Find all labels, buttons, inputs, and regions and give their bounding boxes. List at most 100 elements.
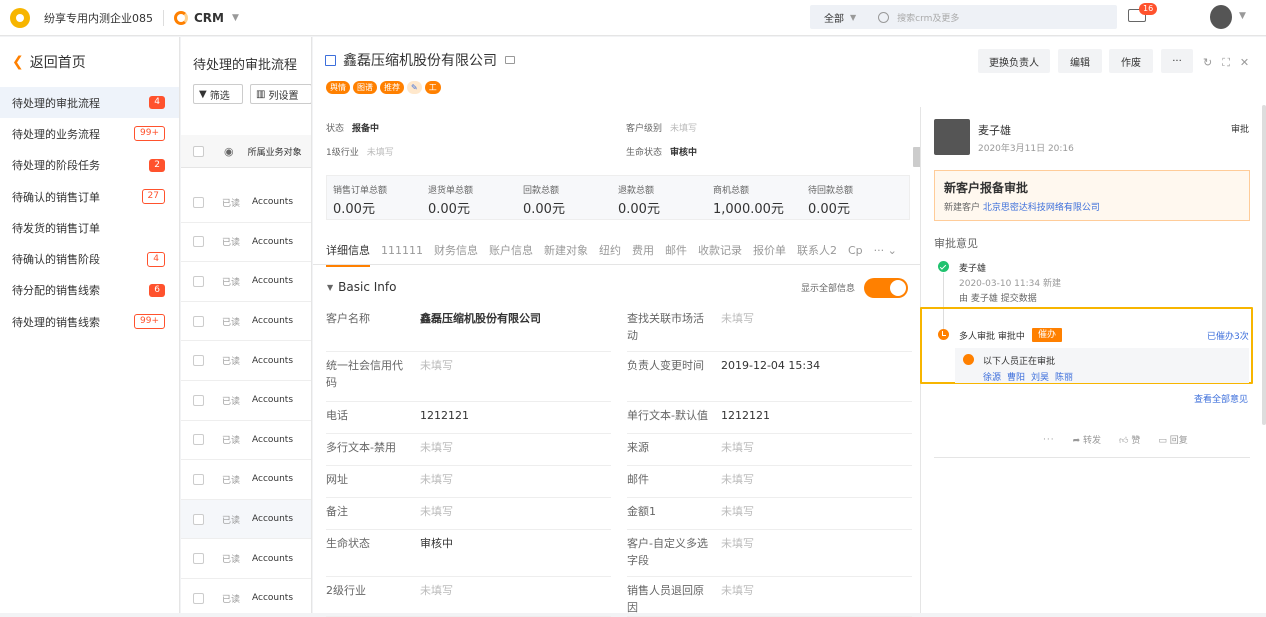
detail-tab[interactable]: Cp bbox=[848, 244, 863, 257]
column-settings-button[interactable]: ▥ 列设置 bbox=[250, 84, 311, 104]
row-checkbox[interactable] bbox=[193, 553, 204, 565]
urge-button[interactable]: 催办 bbox=[1032, 328, 1063, 342]
nav-item[interactable]: 待分配的销售线索 6 bbox=[0, 275, 179, 306]
table-row[interactable]: 已读 Accounts bbox=[181, 460, 311, 500]
close-icon[interactable]: ✕ bbox=[1240, 56, 1249, 70]
table-row[interactable]: 已读 Accounts bbox=[181, 183, 311, 223]
approver-name-link[interactable]: 刘昊 bbox=[1031, 370, 1049, 383]
search-scope-select[interactable]: 全部 bbox=[824, 10, 844, 25]
nav-item[interactable]: 待处理的业务流程 99+ bbox=[0, 118, 179, 149]
table-row[interactable]: 已读 Accounts bbox=[181, 341, 311, 381]
row-checkbox[interactable] bbox=[193, 434, 204, 446]
approver-name-link[interactable]: 陈丽 bbox=[1055, 370, 1073, 383]
nav-item[interactable]: 待发货的销售订单 bbox=[0, 212, 179, 243]
more-button[interactable]: ··· bbox=[1161, 49, 1193, 73]
detail-tab[interactable]: 111111 bbox=[381, 244, 423, 257]
table-row[interactable]: 已读 Accounts bbox=[181, 539, 311, 579]
table-row[interactable]: 已读 Accounts bbox=[181, 223, 311, 263]
company-logo-icon bbox=[10, 7, 30, 28]
app-switcher[interactable]: CRM bbox=[194, 11, 224, 25]
detail-tab[interactable]: 财务信息 bbox=[434, 242, 478, 258]
approval-card[interactable]: 新客户报备审批 新建客户 北京思密达科技网络有限公司 bbox=[934, 170, 1250, 221]
summary-value: 0.00元 bbox=[618, 202, 660, 217]
section-header[interactable]: ▼ Basic Info bbox=[327, 280, 396, 294]
chevron-down-icon[interactable]: ▼ bbox=[232, 13, 239, 23]
field-separator bbox=[326, 465, 611, 466]
table-row[interactable]: 已读 Accounts bbox=[181, 302, 311, 342]
fullscreen-icon[interactable]: ⛶ bbox=[1222, 56, 1230, 70]
customer-link[interactable]: 北京思密达科技网络有限公司 bbox=[983, 203, 1100, 213]
column-header-object[interactable]: 所属业务对象 bbox=[248, 145, 302, 158]
reply-button[interactable]: ▭ 回复 bbox=[1158, 433, 1187, 446]
detail-tab[interactable]: 新建对象 bbox=[544, 242, 588, 258]
nav-item[interactable]: 待处理的审批流程 4 bbox=[0, 87, 179, 119]
change-owner-button[interactable]: 更换负责人 bbox=[978, 49, 1050, 73]
urged-count[interactable]: 已催办3次 bbox=[1207, 329, 1249, 342]
row-checkbox[interactable] bbox=[193, 513, 204, 525]
filter-button[interactable]: ▼ 筛选 bbox=[193, 84, 243, 104]
nav-item[interactable]: 待处理的销售线索 99+ bbox=[0, 306, 179, 337]
detail-tab[interactable]: 纽约 bbox=[599, 242, 621, 258]
detail-tab[interactable]: 费用 bbox=[632, 242, 654, 258]
record-tag[interactable]: ✎ bbox=[407, 81, 422, 94]
chevron-down-icon[interactable]: ▼ bbox=[1239, 11, 1246, 21]
eye-icon[interactable]: ◉ bbox=[224, 145, 234, 158]
row-checkbox[interactable] bbox=[193, 355, 204, 367]
nav-item[interactable]: 待确认的销售订单 27 bbox=[0, 181, 179, 212]
refresh-icon[interactable]: ↻ bbox=[1203, 56, 1212, 70]
table-row[interactable]: 已读 Accounts bbox=[181, 421, 311, 461]
view-all-opinions-link[interactable]: 查看全部意见 bbox=[1194, 392, 1248, 405]
scrollbar[interactable] bbox=[1262, 105, 1266, 425]
nav-item[interactable]: 待确认的销售阶段 4 bbox=[0, 243, 179, 274]
divider bbox=[934, 457, 1250, 458]
filter-icon: ▼ bbox=[199, 88, 207, 100]
table-row[interactable]: 已读 Accounts bbox=[181, 381, 311, 421]
detail-tab[interactable]: 账户信息 bbox=[489, 242, 533, 258]
edit-button[interactable]: 编辑 bbox=[1058, 49, 1102, 73]
detail-tab[interactable]: 详细信息 bbox=[326, 242, 370, 267]
top-bar: 纷享专用内测企业085 CRM ▼ 全部 ▼ 搜索crm及更多 16 ▼ bbox=[0, 0, 1266, 36]
detail-tab[interactable]: 联系人2 bbox=[797, 242, 837, 258]
forward-label: 转发 bbox=[1083, 436, 1102, 446]
mail-icon[interactable]: 16 bbox=[1128, 3, 1158, 22]
table-row[interactable]: 已读 Accounts bbox=[181, 499, 311, 540]
back-home-link[interactable]: ❮ 返回首页 bbox=[0, 37, 179, 87]
field-value: 未填写 bbox=[721, 441, 754, 454]
forward-button[interactable]: ➦ 转发 bbox=[1073, 433, 1101, 446]
more-icon[interactable]: ··· bbox=[1043, 435, 1055, 445]
global-search[interactable]: 全部 ▼ 搜索crm及更多 bbox=[810, 5, 1117, 29]
record-tag[interactable]: 图谱 bbox=[353, 81, 377, 94]
detail-tab[interactable]: 报价单 bbox=[753, 242, 786, 258]
field-separator bbox=[326, 401, 611, 402]
list-title: 待处理的审批流程 bbox=[193, 58, 298, 73]
search-input[interactable]: 搜索crm及更多 bbox=[897, 11, 959, 24]
row-checkbox[interactable] bbox=[193, 315, 204, 327]
table-row[interactable]: 已读 Accounts bbox=[181, 262, 311, 302]
record-tag[interactable]: 舆情 bbox=[326, 81, 350, 94]
row-checkbox[interactable] bbox=[193, 592, 204, 604]
table-row[interactable]: 已读 Accounts bbox=[181, 579, 311, 613]
row-checkbox[interactable] bbox=[193, 394, 204, 406]
record-tag[interactable]: 推荐 bbox=[380, 81, 404, 94]
row-checkbox[interactable] bbox=[193, 236, 204, 248]
row-checkbox[interactable] bbox=[193, 275, 204, 287]
void-button[interactable]: 作废 bbox=[1109, 49, 1153, 73]
show-all-toggle[interactable] bbox=[864, 278, 908, 298]
row-object: Accounts bbox=[252, 236, 294, 247]
user-avatar[interactable] bbox=[1210, 5, 1232, 29]
nav-item-label: 待分配的销售线索 bbox=[12, 284, 100, 298]
record-tag[interactable]: 工 bbox=[424, 81, 441, 94]
approval-time: 2020年3月11日 20:16 bbox=[978, 144, 1074, 154]
like-button[interactable]: 👍︎ 赞 bbox=[1119, 433, 1140, 446]
nav-item[interactable]: 待处理的阶段任务 2 bbox=[0, 150, 179, 181]
detail-tab[interactable]: 收款记录 bbox=[698, 242, 742, 258]
chevron-down-icon[interactable]: ▼ bbox=[850, 13, 856, 22]
detail-tab[interactable]: ··· ⌄ bbox=[874, 244, 897, 257]
approver-name-link[interactable]: 徐源 bbox=[983, 370, 1001, 383]
row-checkbox[interactable] bbox=[193, 196, 204, 208]
row-checkbox[interactable] bbox=[193, 473, 204, 485]
detail-tab[interactable]: 邮件 bbox=[665, 242, 687, 258]
select-all-checkbox[interactable] bbox=[193, 145, 204, 157]
approver-name-link[interactable]: 曹阳 bbox=[1007, 370, 1025, 383]
approval-type: 审批 bbox=[1231, 125, 1250, 135]
